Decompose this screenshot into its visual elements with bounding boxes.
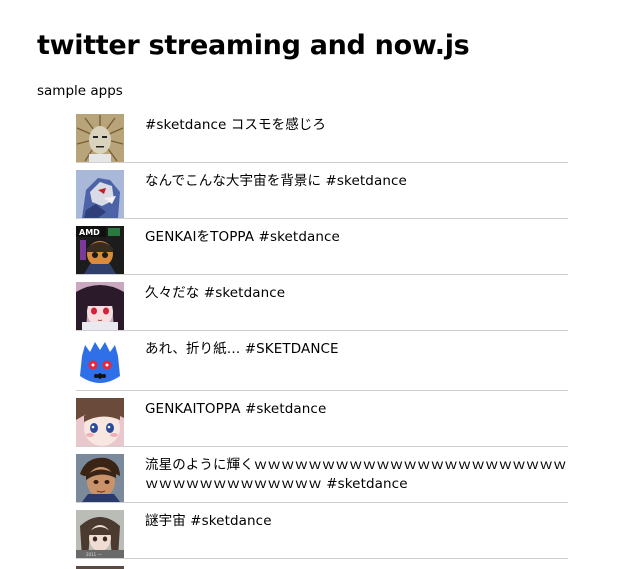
tweet-item: GENKAITOPPA #sketdance: [76, 398, 568, 447]
tweet-text: GENKAIをTOPPA #sketdance: [145, 229, 340, 245]
tweet-item: 久々だな #sketdance: [76, 282, 568, 331]
tweet-item: #sketdance コスモを感じろ: [76, 114, 568, 163]
tweet-text: #sketdance コスモを感じろ: [145, 117, 326, 133]
svg-text:2011 ---: 2011 ---: [86, 552, 102, 557]
tweet-text: あれ、折り紙… #SKETDANCE: [145, 341, 339, 357]
user-avatar[interactable]: [76, 282, 124, 330]
user-avatar[interactable]: 2011 ---: [76, 510, 124, 558]
tweet-item: AMD GENKAIをTOPPA #sketdance: [76, 226, 568, 275]
tweet-text: 流星のように輝くｗｗｗｗｗｗｗｗｗｗｗｗｗｗｗｗｗｗｗｗｗｗｗｗｗｗｗｗｗｗｗｗ…: [145, 457, 567, 492]
user-avatar[interactable]: [76, 170, 124, 218]
tweet-item: 流星のように輝くｗｗｗｗｗｗｗｗｗｗｗｗｗｗｗｗｗｗｗｗｗｗｗｗｗｗｗｗｗｗｗｗ…: [76, 454, 568, 503]
tweet-item: なんでこんな大宇宙を背景に #sketdance: [76, 170, 568, 219]
tweet-item: 2011 --- 謎宇宙 #sketdance: [76, 510, 568, 559]
user-avatar[interactable]: [76, 340, 124, 388]
tweet-item: あれ、折り紙… #SKETDANCE: [76, 338, 568, 391]
tweet-text: 謎宇宙 #sketdance: [145, 513, 272, 529]
tweet-text: 久々だな #sketdance: [145, 285, 286, 301]
tweet-list: #sketdance コスモを感じろ なんでこんな大宇宙を背景に #sketda…: [0, 0, 625, 569]
tweet-text: GENKAITOPPA #sketdance: [145, 401, 327, 417]
tweet-text: なんでこんな大宇宙を背景に #sketdance: [145, 173, 407, 189]
svg-text:AMD: AMD: [79, 228, 100, 237]
user-avatar[interactable]: [76, 398, 124, 446]
user-avatar[interactable]: [76, 454, 124, 502]
user-avatar[interactable]: AMD: [76, 226, 124, 274]
user-avatar[interactable]: [76, 114, 124, 162]
